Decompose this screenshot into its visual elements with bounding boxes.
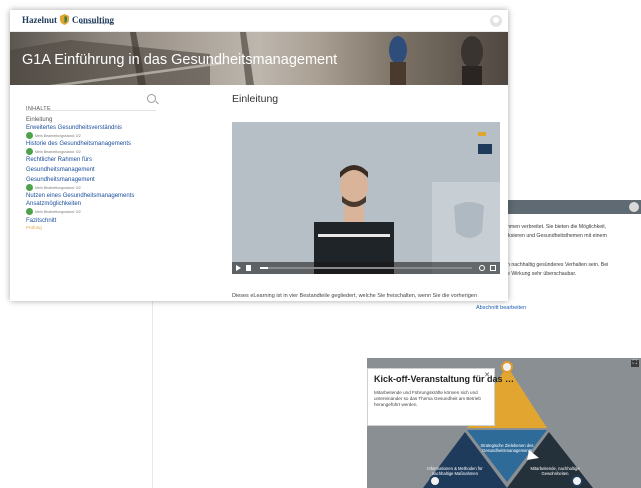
info-popup: Kick-off-Veranstaltung für das … ✕ Mitar… <box>367 368 515 426</box>
intro-text: Dieses eLearning ist in vier Bestandteil… <box>232 293 477 301</box>
status-text: Mein Bearbeitungsstand: 0/2 <box>35 209 81 214</box>
settings-icon[interactable] <box>479 265 485 271</box>
popup-body: Mitarbeitende und Führungskräfte können … <box>374 390 481 407</box>
status-text: Mein Bearbeitungsstand: 0/2 <box>35 133 81 138</box>
logo-subtitle: Gesundheits-management <box>80 21 113 25</box>
toc-header: INHALTE <box>26 94 156 112</box>
status-text: Mein Bearbeitungsstand: 0/2 <box>35 185 81 190</box>
toc-heading: INHALTE <box>26 106 51 112</box>
fullscreen-icon[interactable]: ⛶ <box>630 360 639 367</box>
table-of-contents: INHALTE Einleitung Erweitertes Gesundhei… <box>10 85 170 301</box>
video-player[interactable] <box>232 122 500 274</box>
check-icon <box>26 208 33 215</box>
toc-item-gesundheitsmanagement[interactable]: Gesundheitsmanagement <box>26 176 170 184</box>
toc-item-fazit[interactable]: Fazitschnitt <box>26 217 170 225</box>
logo-text-left: Hazelnut <box>22 14 57 25</box>
background-text-line: n nachhaltig gesünderes Verhalten sein. … <box>507 262 609 268</box>
background-text-line: iksieren und Gesundheitsthemen mit einem <box>507 233 607 239</box>
progress-status: Mein Bearbeitungsstand: 0/2 <box>26 148 170 155</box>
toc-item-ansatzmoeglichkeiten[interactable]: Ansatzmöglichkeiten <box>26 200 170 208</box>
popup-title: Kick-off-Veranstaltung für das … <box>374 374 515 384</box>
course-title: G1A Einführung in das Gesundheitsmanagem… <box>22 52 338 68</box>
toc-item-historie[interactable]: Historie des Gesundheitsmanagements <box>26 140 170 148</box>
background-header-bar <box>505 200 641 214</box>
video-progress-bar[interactable] <box>260 267 472 269</box>
toc-item-einleitung[interactable]: Einleitung <box>26 116 170 124</box>
toc-item-rechtlicher-rahmen[interactable]: Rechtlicher Rahmen fürs <box>26 156 170 164</box>
progress-status: Mein Bearbeitungsstand: 0/2 <box>26 208 170 215</box>
course-banner: G1A Einführung in das Gesundheitsmanagem… <box>10 32 508 85</box>
search-icon[interactable] <box>147 94 156 103</box>
background-text-line: e Wirkung sehr überschaubar. <box>507 271 577 277</box>
section-title: Einleitung <box>232 93 279 105</box>
user-icon[interactable] <box>490 15 502 27</box>
close-icon[interactable]: ✕ <box>484 371 490 379</box>
video-frame <box>232 122 500 274</box>
fullscreen-icon[interactable] <box>490 265 496 271</box>
user-icon <box>629 202 639 212</box>
main-content: Einleitung Dieses eLearning ist in vier … <box>218 85 500 301</box>
toc-item-pruefung[interactable]: Prüfung <box>26 225 170 231</box>
left-label: Informationen & Methoden für nachhaltige… <box>427 466 483 476</box>
video-progress-fill <box>260 267 269 269</box>
progress-status: Mein Bearbeitungsstand: 0/2 <box>26 184 170 191</box>
edit-section-link[interactable]: Abschnitt bearbeiten <box>476 305 526 311</box>
hotspot-top[interactable] <box>501 361 513 373</box>
hotspot-right[interactable] <box>571 475 583 487</box>
hotspot-left[interactable] <box>429 475 441 487</box>
course-window: Hazelnut Consulting Gesundheits-manageme… <box>10 10 508 301</box>
play-icon[interactable] <box>236 265 241 271</box>
center-label: Strategische Zielebenen des Gesundheitsm… <box>480 443 534 453</box>
right-label: Mitarbeitende, nachhaltige Gewohnheiten <box>530 466 580 476</box>
infographic: Strategische Zielebenen des Gesundheitsm… <box>367 358 641 488</box>
check-icon <box>26 132 33 139</box>
toc-item-gesundheitsverstaendnis[interactable]: Erweitertes Gesundheitsverständnis <box>26 124 170 132</box>
progress-status: Mein Bearbeitungsstand: 0/2 <box>26 132 170 139</box>
status-text: Mein Bearbeitungsstand: 0/2 <box>35 149 81 154</box>
shield-icon <box>60 14 69 25</box>
check-icon <box>26 184 33 191</box>
video-controls <box>232 262 500 274</box>
top-bar: Hazelnut Consulting Gesundheits-manageme… <box>10 10 508 32</box>
toc-item-nutzen[interactable]: Nutzen eines Gesundheitsmanagements <box>26 192 170 200</box>
volume-icon[interactable] <box>246 265 251 271</box>
divider <box>152 300 153 488</box>
background-text-line: nmen verbreitet. Sie bieten die Möglichk… <box>507 224 607 230</box>
check-icon <box>26 148 33 155</box>
toc-list: Einleitung Erweitertes Gesundheitsverstä… <box>26 116 170 231</box>
toc-item-rechtlicher-rahmen-cont[interactable]: Gesundheitsmanagement <box>26 166 170 174</box>
